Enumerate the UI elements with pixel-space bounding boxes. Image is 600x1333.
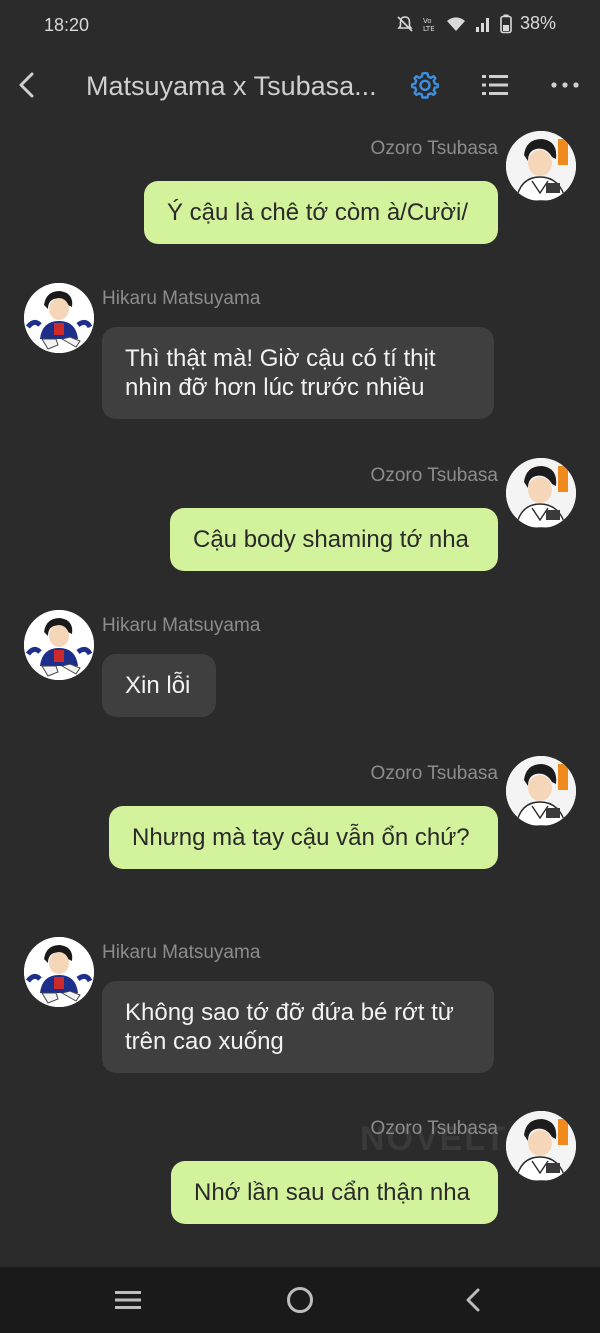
outgoing-message-bubble[interactable]: Nhưng mà tay cậu vẫn ổn chứ? — [109, 806, 498, 869]
status-icons: Vo LTE 38% — [396, 13, 556, 34]
sender-name: Ozoro Tsubasa — [370, 1118, 498, 1139]
wifi-icon — [446, 15, 466, 33]
list-button[interactable] — [480, 70, 510, 100]
incoming-message-bubble[interactable]: Thì thật mà! Giờ cậu có tí thịt nhìn đỡ … — [102, 327, 494, 419]
chat-header: Matsuyama x Tsubasa... — [0, 50, 600, 120]
avatar-hikaru-matsuyama[interactable] — [24, 937, 94, 1007]
chat-messages[interactable]: NOVELTO Ozoro Tsubasa Ý cậu là chê tớ còm… — [0, 120, 600, 1267]
sender-name: Hikaru Matsuyama — [102, 942, 261, 963]
more-button[interactable] — [550, 70, 580, 100]
message: Ozoro Tsubasa Nhớ lần sau cẩn thận nha — [0, 1110, 600, 1236]
outgoing-message-bubble[interactable]: Nhớ lần sau cẩn thận nha — [171, 1161, 498, 1224]
incoming-message-bubble[interactable]: Xin lỗi — [102, 654, 216, 717]
home-button[interactable] — [284, 1284, 316, 1316]
status-time: 18:20 — [44, 15, 90, 35]
system-back-button[interactable] — [458, 1284, 490, 1316]
sender-name: Hikaru Matsuyama — [102, 615, 261, 636]
incoming-message-bubble[interactable]: Không sao tớ đỡ đứa bé rớt từ trên cao x… — [102, 981, 494, 1073]
battery-level: 38% — [519, 13, 556, 33]
sender-name: Hikaru Matsuyama — [102, 288, 261, 309]
message: Ozoro Tsubasa Cậu body shaming tớ nha — [0, 457, 600, 583]
menu-icon — [115, 1291, 141, 1309]
volte-icon: Vo LTE — [422, 15, 438, 33]
message: Ozoro Tsubasa Ý cậu là chê tớ còm à/Cười/ — [0, 130, 600, 256]
sender-name: Ozoro Tsubasa — [370, 138, 498, 159]
chevron-left-icon — [466, 1288, 480, 1312]
mute-icon — [396, 15, 414, 33]
chevron-left-icon — [19, 72, 34, 98]
avatar-ozoro-tsubasa[interactable] — [506, 1111, 576, 1181]
gear-icon — [411, 71, 439, 99]
list-icon — [482, 75, 508, 95]
status-bar: 18:20 Vo LTE 38% — [0, 0, 600, 50]
message: Ozoro Tsubasa Nhưng mà tay cậu vẫn ổn chứ… — [0, 755, 600, 910]
avatar-ozoro-tsubasa[interactable] — [506, 458, 576, 528]
signal-icon — [474, 15, 492, 33]
avatar-ozoro-tsubasa[interactable] — [506, 756, 576, 826]
message: Hikaru Matsuyama Xin lỗi — [0, 610, 600, 736]
back-button[interactable] — [14, 68, 42, 102]
system-nav-bar — [0, 1267, 600, 1333]
sender-name: Ozoro Tsubasa — [370, 763, 498, 784]
settings-button[interactable] — [410, 70, 440, 100]
battery-icon — [500, 14, 512, 34]
svg-text:Vo: Vo — [423, 17, 432, 25]
outgoing-message-bubble[interactable]: Ý cậu là chê tớ còm à/Cười/ — [144, 181, 498, 244]
avatar-hikaru-matsuyama[interactable] — [24, 610, 94, 680]
circle-home-icon — [287, 1287, 313, 1313]
more-horizontal-icon — [551, 82, 579, 88]
chat-title: Matsuyama x Tsubasa... — [86, 71, 377, 101]
message: Hikaru Matsuyama Không sao tớ đỡ đứa bé r… — [0, 937, 600, 1092]
sender-name: Ozoro Tsubasa — [370, 465, 498, 486]
recent-apps-button[interactable] — [112, 1284, 144, 1316]
message: Hikaru Matsuyama Thì thật mà! Giờ cậu có … — [0, 283, 600, 438]
outgoing-message-bubble[interactable]: Cậu body shaming tớ nha — [170, 508, 498, 571]
avatar-ozoro-tsubasa[interactable] — [506, 131, 576, 201]
avatar-hikaru-matsuyama[interactable] — [24, 283, 94, 353]
svg-text:LTE: LTE — [423, 25, 435, 33]
